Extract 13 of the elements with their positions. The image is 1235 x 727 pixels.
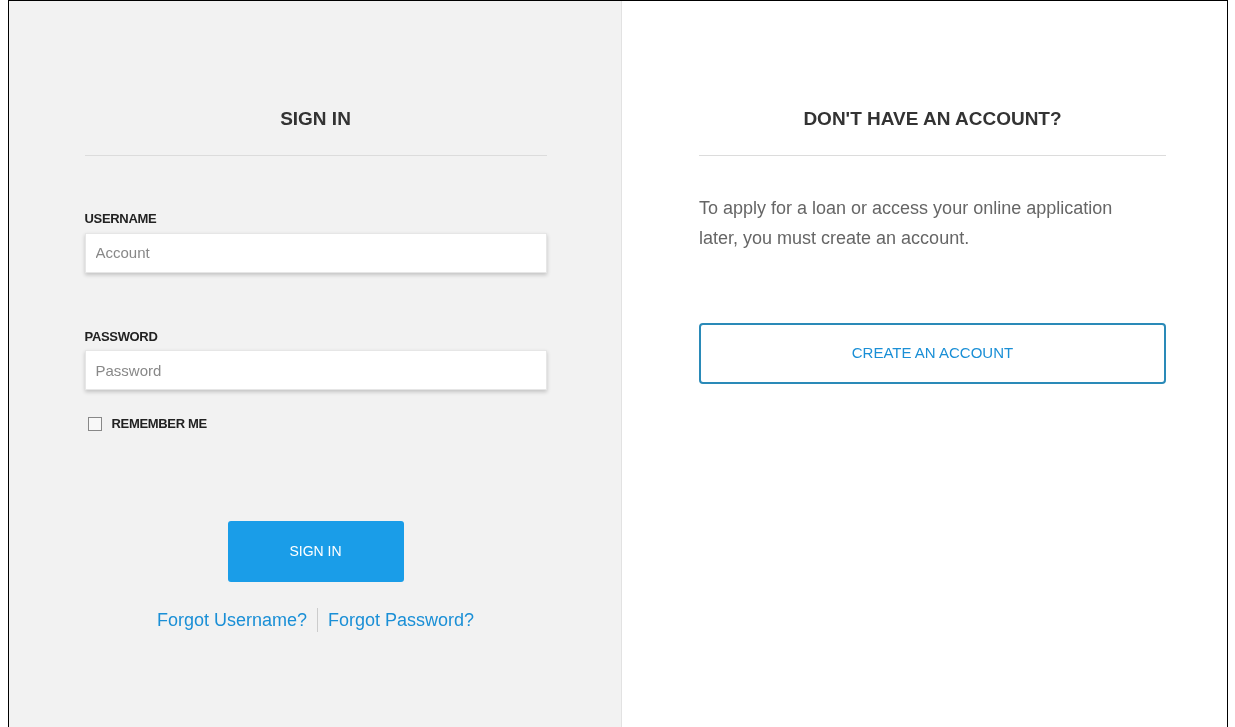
remember-label: REMEMBER ME	[111, 415, 207, 433]
register-description: To apply for a loan or access your online application later, you must create an account.	[699, 197, 1114, 250]
remember-checkbox[interactable]	[87, 416, 102, 431]
create-account-button[interactable]: CREATE AN ACCOUNT	[699, 323, 1166, 384]
forgot-username-link[interactable]: Forgot Username?	[156, 606, 317, 634]
sign-in-button[interactable]: SIGN IN	[227, 520, 404, 582]
username-label: USERNAME	[84, 210, 158, 228]
password-label: PASSWORD	[84, 327, 159, 346]
register-heading: DON'T HAVE AN ACCOUNT?	[802, 107, 1063, 131]
forgot-password-link[interactable]: Forgot Password?	[318, 606, 475, 634]
username-field[interactable]: Account	[84, 232, 547, 273]
password-field[interactable]: Password	[84, 350, 547, 390]
sign-in-heading: SIGN IN	[279, 107, 352, 131]
